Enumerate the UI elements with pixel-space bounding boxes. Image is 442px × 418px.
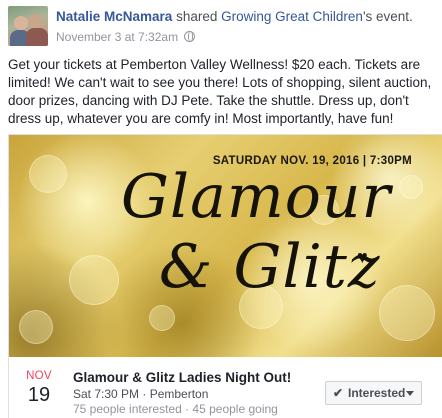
interested-button[interactable]: ✔ Interested (325, 381, 422, 405)
heart-icon: ♥ (357, 247, 368, 267)
globe-icon[interactable] (184, 31, 196, 42)
banner-title-line2: & Glitz (159, 232, 381, 302)
author-avatar[interactable] (8, 6, 48, 46)
post-body: Get your tickets at Pemberton Valley Wel… (8, 57, 432, 126)
chevron-down-icon[interactable] (406, 391, 414, 396)
shared-suffix: 's event. (362, 9, 413, 24)
event-details: NOV 19 Glamour & Glitz Ladies Night Out!… (9, 357, 442, 418)
timestamp-text[interactable]: November 3 at 7:32am (56, 30, 178, 44)
post-header: Natalie McNamara shared Growing Great Ch… (8, 6, 434, 46)
banner-title-line1: Glamour (121, 162, 392, 232)
interested-label: Interested (348, 386, 406, 400)
event-stats: 75 people interested · 45 people going (73, 402, 278, 416)
event-banner-image[interactable]: SATURDAY NOV. 19, 2016 | 7:30PM Glamour … (9, 135, 442, 357)
event-month: NOV (26, 370, 52, 382)
post-timestamp[interactable]: November 3 at 7:32am (56, 29, 196, 45)
post-action: shared (176, 9, 218, 24)
event-title-link[interactable]: Glamour & Glitz Ladies Night Out! (73, 369, 291, 386)
event-day: 19 (27, 384, 51, 406)
post-headline: Natalie McNamara shared Growing Great Ch… (56, 8, 413, 26)
feed-post: Natalie McNamara shared Growing Great Ch… (0, 0, 442, 418)
event-card[interactable]: SATURDAY NOV. 19, 2016 | 7:30PM Glamour … (8, 134, 442, 418)
shared-page-link[interactable]: Growing Great Children (221, 9, 363, 24)
event-date-badge: NOV 19 (19, 369, 59, 407)
event-time-location: Sat 7:30 PM · Pemberton (73, 387, 209, 401)
author-link[interactable]: Natalie McNamara (56, 9, 172, 24)
check-icon: ✔ (333, 386, 344, 400)
